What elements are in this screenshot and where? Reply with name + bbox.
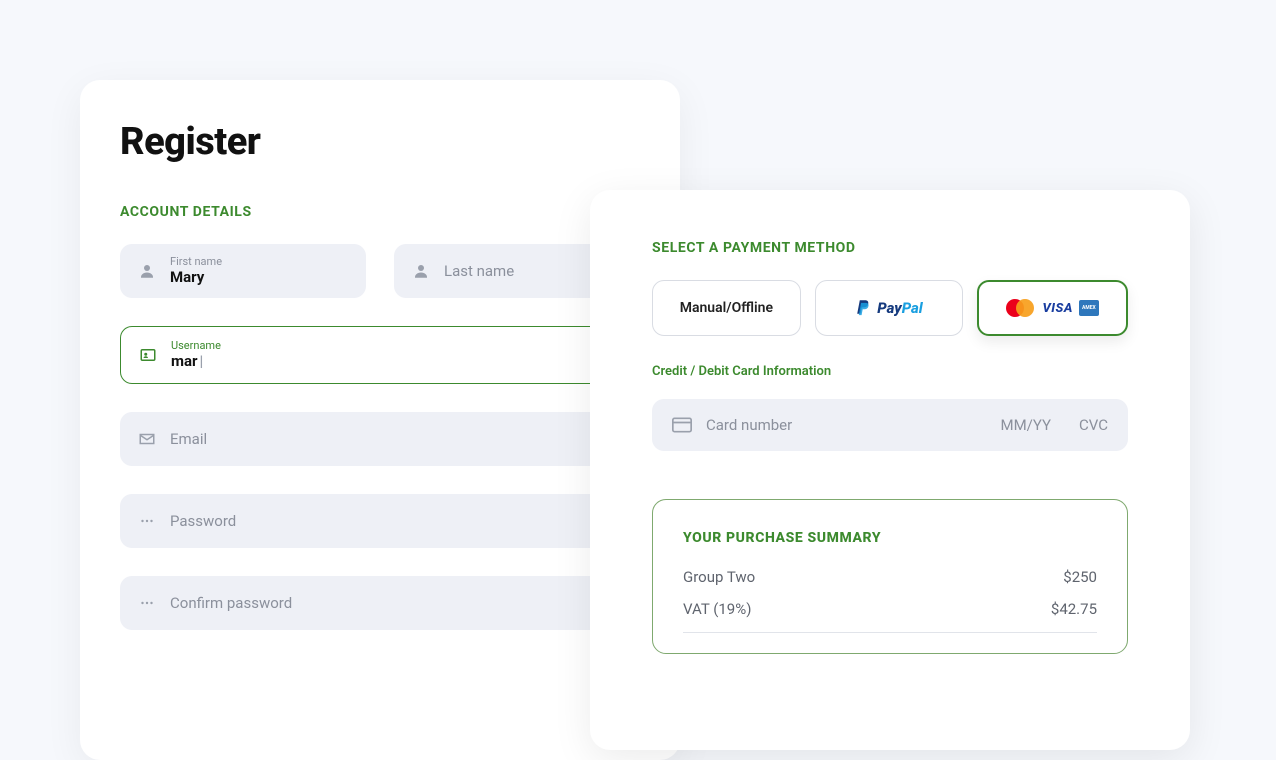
- email-field[interactable]: Email: [120, 412, 640, 466]
- summary-line: VAT (19%) $42.75: [683, 600, 1097, 618]
- person-icon: [138, 262, 156, 280]
- visa-icon: VISA: [1042, 301, 1072, 316]
- confirm-password-field[interactable]: Confirm password: [120, 576, 640, 630]
- username-value: mar: [171, 352, 198, 370]
- paypal-pal-text: Pal: [902, 299, 923, 317]
- summary-divider: [683, 632, 1097, 633]
- paypal-pay-text: Pay: [877, 299, 901, 317]
- credit-card-icon: [672, 417, 692, 433]
- card-number-field[interactable]: Card number MM/YY CVC: [652, 399, 1128, 451]
- summary-line: Group Two $250: [683, 568, 1097, 586]
- first-name-label: First name: [170, 256, 222, 269]
- mastercard-icon: [1006, 299, 1036, 317]
- summary-line-label: VAT (19%): [683, 600, 751, 618]
- first-name-value: Mary: [170, 269, 222, 286]
- card-cvc-placeholder: CVC: [1079, 416, 1108, 434]
- page-title: Register: [120, 120, 640, 164]
- card-expiry-placeholder: MM/YY: [1000, 416, 1051, 434]
- person-icon: [412, 262, 430, 280]
- purchase-summary: YOUR PURCHASE SUMMARY Group Two $250 VAT…: [652, 499, 1128, 654]
- first-name-field[interactable]: First name Mary: [120, 244, 366, 298]
- payment-option-paypal[interactable]: PayPal: [815, 280, 964, 336]
- account-details-label: ACCOUNT DETAILS: [120, 204, 640, 220]
- summary-line-value: $250: [1063, 568, 1097, 586]
- confirm-password-placeholder: Confirm password: [170, 594, 292, 612]
- payment-options: Manual/Offline PayPal VISA AMEX: [652, 280, 1128, 336]
- summary-line-value: $42.75: [1051, 600, 1097, 618]
- payment-option-card[interactable]: VISA AMEX: [977, 280, 1128, 336]
- id-card-icon: [139, 346, 157, 364]
- payment-method-label: SELECT A PAYMENT METHOD: [652, 240, 1128, 256]
- username-field[interactable]: Username mar|: [120, 326, 640, 384]
- dots-icon: [138, 594, 156, 612]
- payment-card: SELECT A PAYMENT METHOD Manual/Offline P…: [590, 190, 1190, 750]
- payment-option-manual[interactable]: Manual/Offline: [652, 280, 801, 336]
- manual-label: Manual/Offline: [680, 300, 773, 316]
- password-field[interactable]: Password: [120, 494, 640, 548]
- amex-icon: AMEX: [1079, 300, 1099, 316]
- paypal-icon: [855, 299, 871, 317]
- summary-title: YOUR PURCHASE SUMMARY: [683, 530, 1097, 546]
- text-caret: |: [200, 352, 204, 370]
- summary-line-label: Group Two: [683, 568, 755, 586]
- dots-icon: [138, 512, 156, 530]
- email-placeholder: Email: [170, 430, 207, 448]
- card-info-label: Credit / Debit Card Information: [652, 364, 1128, 379]
- last-name-placeholder: Last name: [444, 262, 514, 280]
- card-number-placeholder: Card number: [706, 416, 986, 434]
- mail-icon: [138, 430, 156, 448]
- password-placeholder: Password: [170, 512, 236, 530]
